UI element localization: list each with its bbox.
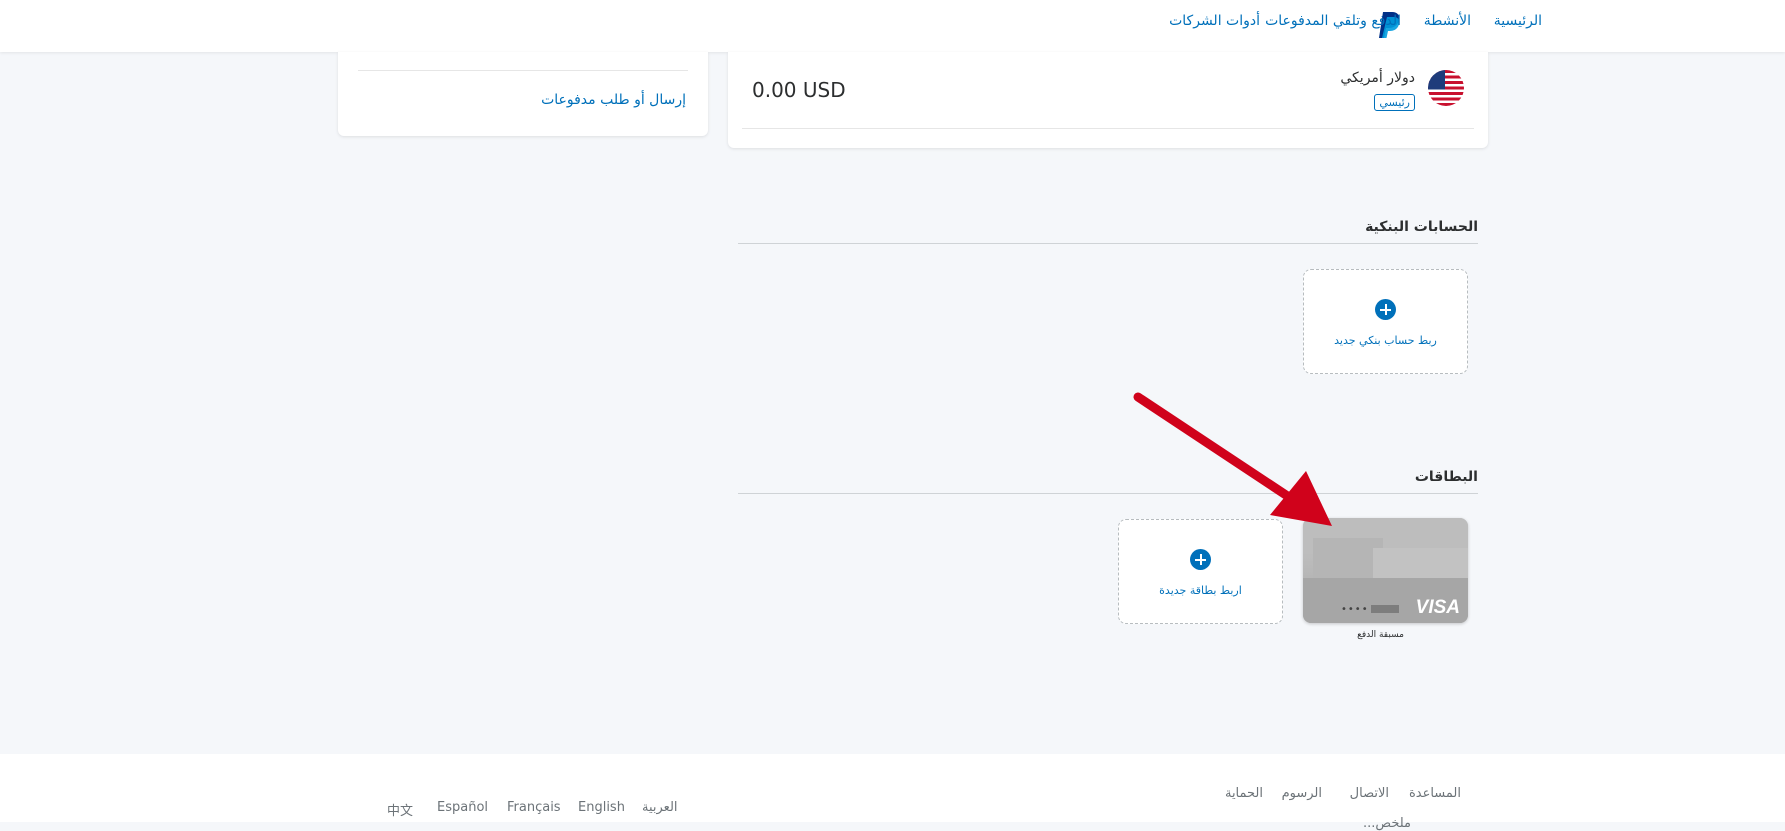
plus-icon xyxy=(1190,549,1211,570)
language-arabic[interactable]: العربية xyxy=(642,800,678,815)
balance-card: دولار أمريكي رئيسي 0.00 USD xyxy=(728,52,1488,148)
balance-amount: 0.00 USD xyxy=(752,78,846,102)
cards-title: البطاقات xyxy=(1414,469,1478,485)
language-english[interactable]: English xyxy=(578,800,625,815)
link-bank-account-label: ربط حساب بنكي جديد xyxy=(1334,334,1437,347)
card-artwork xyxy=(1373,548,1468,578)
us-flag-icon xyxy=(1428,70,1464,106)
link-new-card-label: اربط بطاقة جديدة xyxy=(1159,584,1242,597)
red-arrow-annotation xyxy=(1133,392,1332,526)
footer-truncated-text: ملخص... xyxy=(1363,816,1411,831)
card-mask-dots: •••• xyxy=(1341,604,1369,615)
footer: المساعدة الاتصال الرسوم الحماية ملخص... … xyxy=(0,754,1785,831)
section-divider xyxy=(738,243,1478,244)
nav-item-business-tools[interactable]: أدوات الشركات xyxy=(1169,13,1260,29)
send-request-link[interactable]: إرسال أو طلب مدفوعات xyxy=(541,92,686,108)
nav-item-pay-get-paid[interactable]: الدفع وتلقي المدفوعات xyxy=(1265,13,1401,29)
top-navigation: الرئيسية الأنشطة الدفع وتلقي المدفوعات أ… xyxy=(0,0,1785,52)
nav-item-activity[interactable]: الأنشطة xyxy=(1424,13,1471,29)
footer-link-security[interactable]: الحماية xyxy=(1225,786,1263,801)
card-divider xyxy=(358,70,688,71)
currency-name: دولار أمريكي xyxy=(1340,70,1415,86)
redacted-digits xyxy=(1370,605,1399,613)
footer-link-help[interactable]: المساعدة xyxy=(1409,786,1461,801)
footer-link-contact[interactable]: الاتصال xyxy=(1350,786,1389,801)
card-masked-number: •••• xyxy=(1341,604,1399,615)
language-french[interactable]: Français xyxy=(507,800,561,815)
bank-accounts-title: الحسابات البنكية xyxy=(1365,219,1478,235)
section-divider xyxy=(738,493,1478,494)
link-bank-account-tile[interactable]: ربط حساب بنكي جديد xyxy=(1303,269,1468,374)
visa-logo: VISA xyxy=(1415,597,1460,618)
footer-link-fees[interactable]: الرسوم xyxy=(1282,786,1322,801)
card-caption: مسبقة الدفع xyxy=(1357,630,1404,640)
language-spanish[interactable]: Español xyxy=(437,800,488,815)
card-divider xyxy=(742,128,1474,129)
nav-item-home[interactable]: الرئيسية xyxy=(1494,13,1542,29)
quick-actions-card: إرسال أو طلب مدفوعات xyxy=(338,52,708,136)
plus-icon xyxy=(1375,299,1396,320)
primary-badge: رئيسي xyxy=(1374,94,1415,111)
language-chinese[interactable]: 中文 xyxy=(387,800,413,819)
nav-item-activity-label: الأنشطة xyxy=(1423,13,1471,29)
